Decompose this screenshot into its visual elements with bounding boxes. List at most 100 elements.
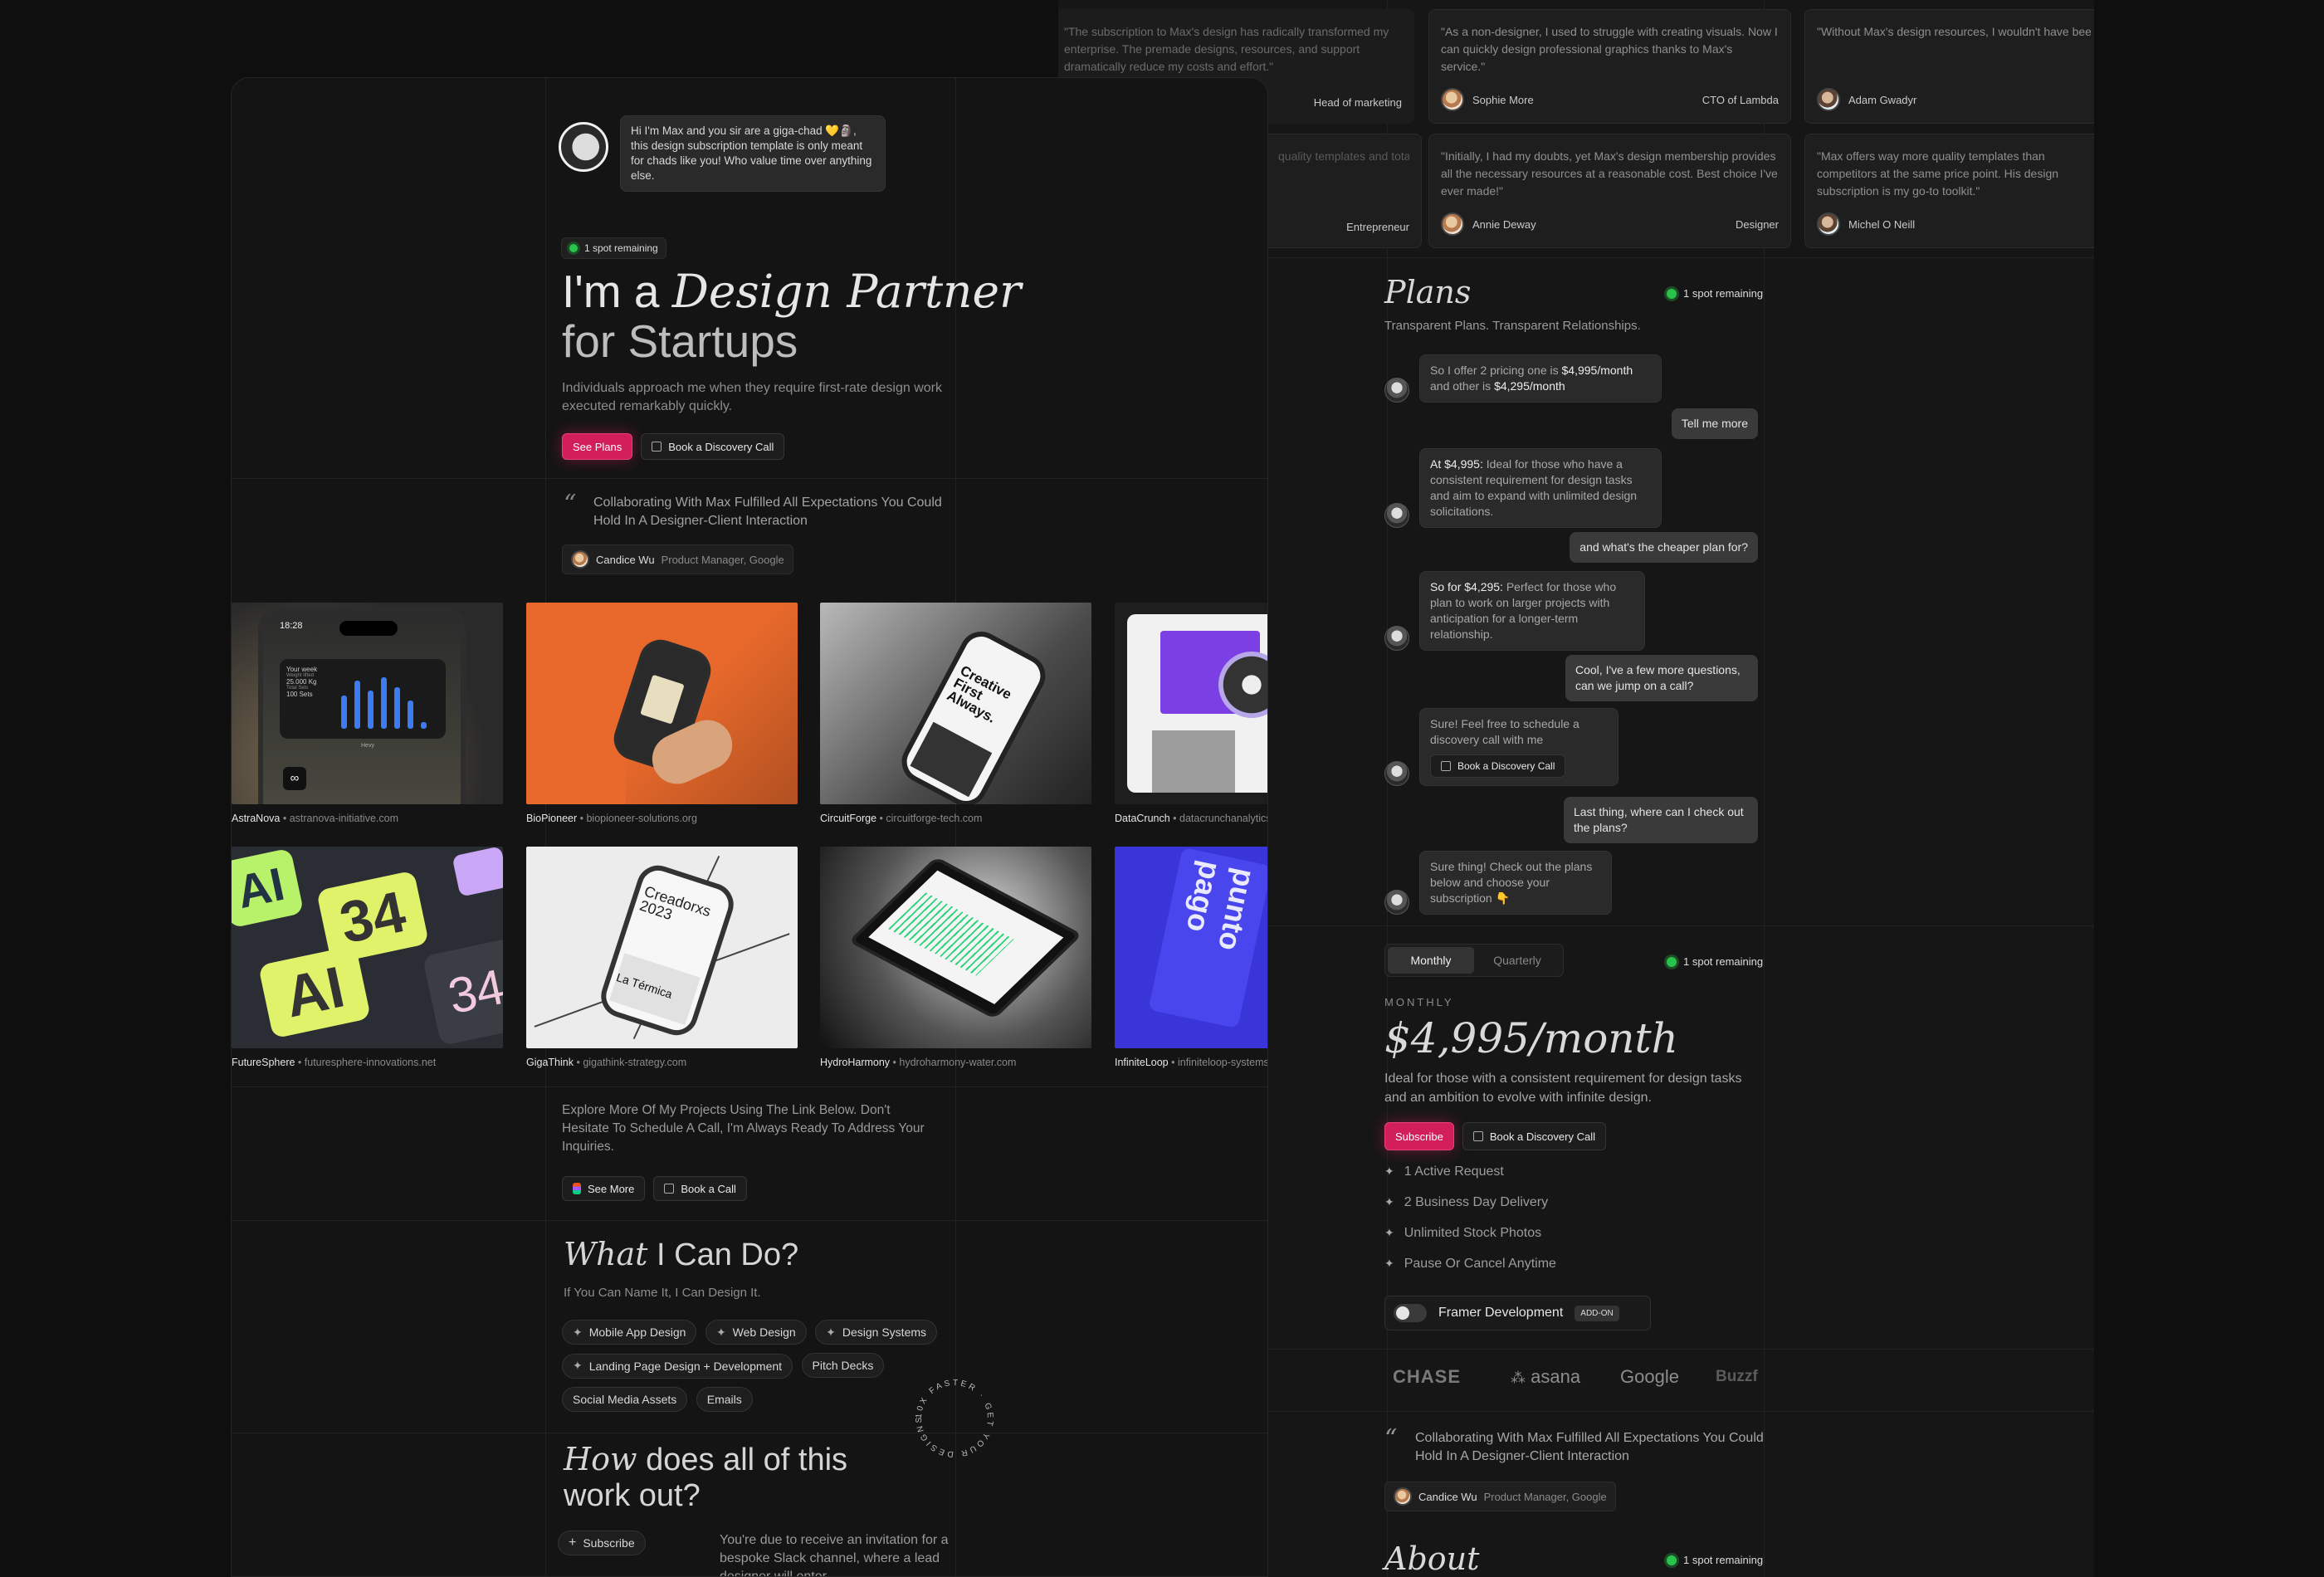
logo-buzzfeed: Buzzf xyxy=(1716,1368,1758,1385)
svg-text:10X FASTER · GET YOUR DESIGNS: 10X FASTER · GET YOUR DESIGNS xyxy=(915,1379,994,1458)
author-chip: Candice Wu Product Manager, Google xyxy=(562,544,793,574)
logo-chase: CHASE xyxy=(1393,1366,1462,1387)
addon-toggle[interactable] xyxy=(1394,1304,1427,1322)
chip: Social Media Assets xyxy=(562,1386,688,1412)
chip: Pitch Decks xyxy=(801,1353,885,1378)
sparkle-icon: ✦ xyxy=(1384,1164,1394,1178)
subscribe-step-chip: + Subscribe xyxy=(558,1531,646,1555)
user-message: Last thing, where can I check out the pl… xyxy=(1564,797,1758,843)
testimonial-quote: "Max offers way more quality templates t… xyxy=(1817,149,2059,198)
chat-message: Sure thing! Check out the plans below an… xyxy=(1384,851,1612,915)
status-dot xyxy=(1667,956,1677,967)
project-card[interactable]: BioPioneer • biopioneer-solutions.org xyxy=(526,603,798,824)
sparkle-icon: ✦ xyxy=(1384,1226,1394,1239)
book-call-button[interactable]: Book a Call xyxy=(653,1176,747,1201)
testimonial-quote: "Initially, I had my doubts, yet Max's d… xyxy=(1441,149,1778,198)
spots-badge: 1 spot remaining xyxy=(1658,282,1771,305)
testimonial-name: Sophie More xyxy=(1472,93,1534,106)
chat-message: So I offer 2 pricing one is $4,995/month… xyxy=(1384,354,1662,403)
explore-text: Explore More Of My Projects Using The Li… xyxy=(562,1103,925,1154)
calendar-icon xyxy=(1472,1131,1483,1141)
book-discovery-call-button[interactable]: Book a Discovery Call xyxy=(1430,754,1566,778)
addon-row: Framer Development ADD-ON xyxy=(1384,1296,1651,1330)
tab-monthly[interactable]: Monthly xyxy=(1388,947,1474,974)
testimonial-card: "As a non-designer, I used to struggle w… xyxy=(1428,9,1791,124)
sparkle-icon: ✦ xyxy=(715,1325,726,1339)
grid-line xyxy=(545,78,546,1576)
project-card[interactable]: DataCrunch • datacrunchanalytics.com xyxy=(1115,603,1267,824)
testimonial-role: Entrepreneur xyxy=(1346,221,1409,233)
avatar xyxy=(1817,88,1840,111)
project-card[interactable]: Creadorxs 2023 La Térmica GigaThink • gi… xyxy=(526,847,798,1068)
greeting-bubble: Hi I'm Max and you sir are a giga-chad 💛… xyxy=(620,115,886,192)
about-title: About xyxy=(1384,1540,1480,1577)
testimonial-quote: "Without Max's design resources, I would… xyxy=(1817,25,2091,38)
avatar xyxy=(1384,503,1409,528)
testimonial-card: "Without Max's design resources, I would… xyxy=(1804,9,2094,124)
spots-badge: 1 spot remaining xyxy=(1658,1549,1771,1571)
logo-google: Google xyxy=(1620,1366,1679,1387)
user-message: and what's the cheaper plan for? xyxy=(1570,532,1758,563)
list-item: ✦ Pause Or Cancel Anytime xyxy=(1384,1256,1556,1271)
avatar xyxy=(1441,88,1464,111)
testimonial-role: Head of marketing xyxy=(1313,96,1402,109)
plans-title: Plans xyxy=(1384,274,1472,310)
testimonial-card: "Initially, I had my doubts, yet Max's d… xyxy=(1428,134,1791,248)
chip: ✦ Landing Page Design + Development xyxy=(562,1353,793,1379)
sparkle-icon: ✦ xyxy=(573,1325,583,1339)
page-title: I'm a Design Partner for Startups xyxy=(562,265,1022,367)
logo-asana: ⁂ asana xyxy=(1511,1366,1581,1387)
plans-subtitle: Transparent Plans. Transparent Relations… xyxy=(1384,319,1641,333)
project-card[interactable]: 18:28 Your week Weight lifted 25.000 Kg Tot… xyxy=(232,603,503,824)
feature-list: ✦ 1 Active Request ✦ 2 Business Day Delive… xyxy=(1384,1156,1556,1279)
user-message: Cool, I've a few more questions, can we … xyxy=(1565,655,1758,701)
plus-icon: + xyxy=(569,1536,577,1550)
project-card[interactable]: Creative First Always. CircuitForge • ci… xyxy=(820,603,1091,824)
see-plans-button[interactable]: See Plans xyxy=(562,433,633,460)
testimonial-card: "Max offers way more quality templates t… xyxy=(1804,134,2094,248)
billing-toggle: Monthly Quarterly xyxy=(1384,944,1564,977)
services-subtitle: If You Can Name It, I Can Design It. xyxy=(564,1286,761,1300)
calendar-icon xyxy=(664,1184,675,1194)
explore-actions: See More Book a Call xyxy=(562,1176,747,1201)
spots-badge: 1 spot remaining xyxy=(561,237,666,259)
list-item: ✦ 1 Active Request xyxy=(1384,1164,1504,1179)
quote-icon: “ xyxy=(1384,1424,1398,1453)
chip: ✦ Design Systems xyxy=(815,1320,938,1345)
avatar xyxy=(1384,378,1409,403)
grid-line xyxy=(232,1220,1267,1221)
avatar xyxy=(559,122,608,172)
calendar-icon xyxy=(652,442,662,452)
chat-message: Sure! Feel free to schedule a discovery … xyxy=(1384,708,1618,786)
avatar xyxy=(1817,212,1840,236)
sparkle-icon: ✦ xyxy=(1384,1195,1394,1208)
list-item: ✦ 2 Business Day Delivery xyxy=(1384,1194,1549,1209)
hero-actions: See Plans Book a Discovery Call xyxy=(562,433,785,460)
project-card[interactable]: HydroHarmony • hydroharmony-water.com xyxy=(820,847,1091,1068)
testimonial-quote: Collaborating With Max Fulfilled All Exp… xyxy=(593,496,942,528)
testimonial-role: CTO of Lambda xyxy=(1702,93,1779,106)
avatar xyxy=(1384,626,1409,651)
testimonial-quote: "As a non-designer, I used to struggle w… xyxy=(1441,25,1778,73)
testimonial-quote: Collaborating With Max Fulfilled All Exp… xyxy=(1415,1431,1764,1463)
period-label: MONTHLY xyxy=(1384,996,1454,1008)
spots-badge: 1 spot remaining xyxy=(1658,950,1771,973)
see-more-button[interactable]: See More xyxy=(562,1176,646,1201)
hero-subtitle: Individuals approach me when they requir… xyxy=(562,381,943,413)
asana-icon: ⁂ xyxy=(1511,1370,1526,1386)
sparkle-icon: ✦ xyxy=(826,1325,836,1339)
project-card[interactable]: punto pago InfiniteLoop • infiniteloop-s… xyxy=(1115,847,1267,1068)
book-discovery-call-button[interactable]: Book a Discovery Call xyxy=(641,433,785,460)
chat-thread: So I offer 2 pricing one is $4,995/month… xyxy=(1384,353,1758,917)
calendar-icon xyxy=(1441,761,1451,771)
book-discovery-call-button[interactable]: Book a Discovery Call xyxy=(1462,1122,1606,1150)
project-card[interactable]: AI 34 AI 34 FutureSphere • futuresphere-… xyxy=(232,847,503,1068)
how-text: You're due to receive an invitation for … xyxy=(720,1533,949,1577)
tab-quarterly[interactable]: Quarterly xyxy=(1474,947,1560,974)
avatar xyxy=(1394,1487,1412,1506)
testimonial-name: Annie Deway xyxy=(1472,217,1536,231)
chat-message: At $4,995: Ideal for those who have a co… xyxy=(1384,448,1662,528)
subscribe-button[interactable]: Subscribe xyxy=(1384,1122,1454,1150)
services-title: What I Can Do? xyxy=(564,1236,799,1272)
price-description: Ideal for those with a consistent requir… xyxy=(1384,1072,1742,1105)
